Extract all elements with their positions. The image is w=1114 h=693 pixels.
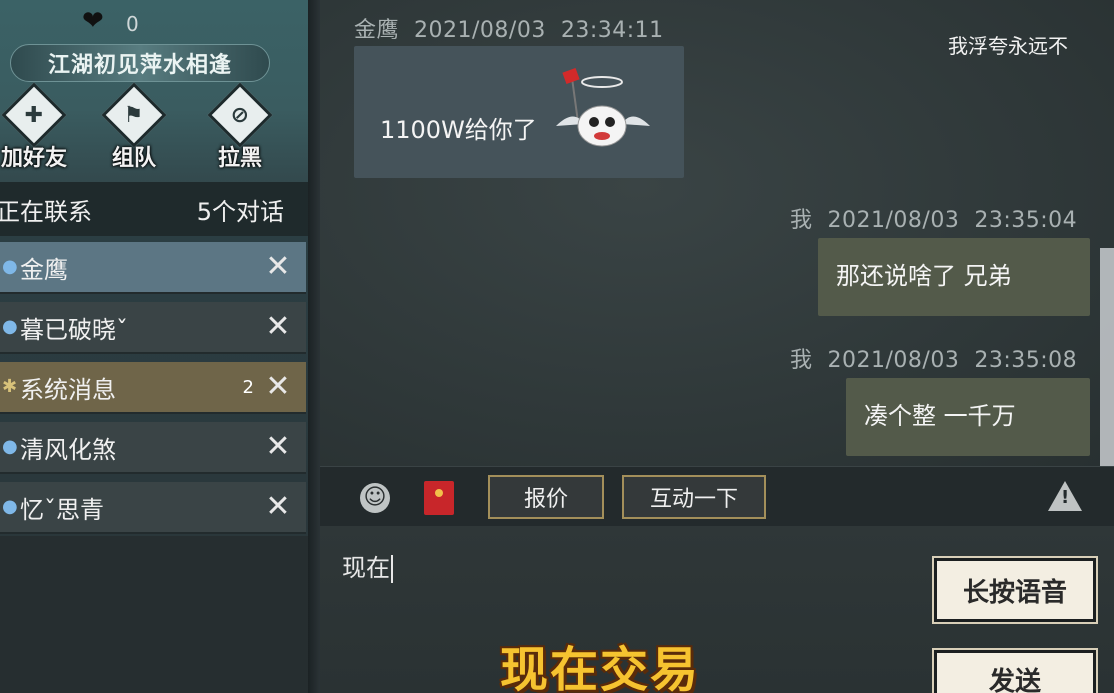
team-icon: ⚑	[101, 82, 167, 148]
red-packet-icon[interactable]	[424, 481, 454, 515]
contact-item-jinying[interactable]: ● 金鹰 ✕	[0, 242, 306, 294]
angel-sticker-icon	[556, 68, 650, 147]
conversation-count: 5个对话	[196, 197, 284, 226]
message-date: 2021/08/03	[414, 18, 546, 43]
team-button[interactable]: ⚑ 组队	[94, 82, 174, 172]
close-icon[interactable]: ✕	[258, 492, 298, 522]
message-text: 凑个整 一千万	[864, 402, 1016, 430]
message-sender: 金鹰	[354, 18, 400, 43]
voice-hold-button[interactable]: 长按语音	[932, 556, 1098, 624]
add-friend-button[interactable]: ✚ 加好友	[0, 82, 74, 172]
panel-divider	[308, 0, 320, 693]
floating-chat-text: 我浮夸永远不	[948, 34, 1068, 58]
message-date: 2021/08/03	[827, 348, 960, 373]
chat-toolbar: ☺ 报价 互动一下 !	[320, 466, 1114, 526]
message-text: 1100W给你了	[380, 116, 537, 144]
contact-name: 暮已破晓ˇ	[20, 315, 128, 344]
gear-icon: ✱	[2, 376, 18, 397]
chat-scrollbar[interactable]	[1100, 248, 1114, 466]
contacts-header: 正在联系 5个对话	[0, 182, 308, 236]
contact-name: 忆ˇ思青	[20, 495, 104, 524]
report-warning-icon[interactable]: !	[1048, 481, 1082, 511]
contact-item-muyipoxiao[interactable]: ● 暮已破晓ˇ ✕	[0, 302, 306, 354]
message-meta: 我 2021/08/03 23:35:04	[790, 202, 1077, 234]
message-meta: 金鹰 2021/08/03 23:34:11	[354, 12, 664, 44]
message-bubble-outgoing: 凑个整 一千万	[846, 378, 1090, 456]
chat-bubble-icon: ●	[2, 436, 18, 457]
contact-item-qingfeng[interactable]: ● 清风化煞 ✕	[0, 422, 306, 474]
chat-history[interactable]: 金鹰 2021/08/03 23:34:11 1100W给你了 我 2021/0…	[320, 0, 1114, 466]
message-text: 那还说啥了 兄弟	[836, 262, 1012, 290]
quote-button[interactable]: 报价	[488, 475, 604, 519]
message-input[interactable]: 现在	[342, 548, 393, 583]
text-caret	[391, 555, 393, 583]
block-button[interactable]: ⊘ 拉黑	[200, 82, 280, 172]
contact-item-system[interactable]: ✱ 系统消息 2 ✕	[0, 362, 306, 414]
chat-bubble-icon: ●	[2, 256, 18, 277]
message-input-area[interactable]: 现在 长按语音 发送 现在交易	[320, 526, 1114, 693]
chat-bubble-icon: ●	[2, 316, 18, 337]
close-icon[interactable]: ✕	[258, 252, 298, 282]
close-icon[interactable]: ✕	[258, 312, 298, 342]
add-friend-icon: ✚	[1, 82, 67, 148]
interact-button[interactable]: 互动一下	[622, 475, 766, 519]
video-caption: 现在交易	[500, 642, 701, 693]
emoji-icon[interactable]: ☺	[360, 483, 390, 513]
add-friend-label: 加好友	[0, 146, 67, 171]
heart-icon: ❤	[82, 6, 104, 36]
contacts-panel: ❤ 0 江湖初见萍水相逢 ✚ 加好友 ⚑ 组队 ⊘ 拉黑 正在联系 5个对话 ●…	[0, 0, 308, 693]
close-icon[interactable]: ✕	[258, 432, 298, 462]
chat-bubble-icon: ●	[2, 496, 18, 517]
message-bubble-incoming: 1100W给你了	[354, 46, 684, 178]
profile-title: 江湖初见萍水相逢	[10, 44, 270, 82]
warning-glyph: !	[1061, 487, 1070, 508]
likes-count: 0	[126, 12, 139, 36]
contact-name: 清风化煞	[20, 435, 116, 464]
message-time: 23:35:08	[974, 348, 1078, 373]
message-sender: 我	[790, 348, 813, 373]
profile-card: ❤ 0 江湖初见萍水相逢 ✚ 加好友 ⚑ 组队 ⊘ 拉黑	[0, 0, 308, 182]
send-button[interactable]: 发送	[932, 648, 1098, 693]
message-meta: 我 2021/08/03 23:35:08	[790, 342, 1077, 374]
contact-name: 系统消息	[20, 375, 116, 404]
block-icon: ⊘	[207, 82, 273, 148]
contacts-header-title: 正在联系	[0, 197, 92, 226]
message-time: 23:34:11	[560, 18, 664, 43]
message-input-value: 现在	[342, 554, 390, 582]
close-icon[interactable]: ✕	[258, 372, 298, 402]
message-bubble-outgoing: 那还说啥了 兄弟	[818, 238, 1090, 316]
message-sender: 我	[790, 208, 813, 233]
contacts-empty-area	[0, 536, 308, 693]
message-time: 23:35:04	[974, 208, 1078, 233]
unread-badge: 2	[242, 376, 254, 398]
contact-name: 金鹰	[20, 255, 68, 284]
contact-item-yisiqing[interactable]: ● 忆ˇ思青 ✕	[0, 482, 306, 534]
message-date: 2021/08/03	[827, 208, 960, 233]
